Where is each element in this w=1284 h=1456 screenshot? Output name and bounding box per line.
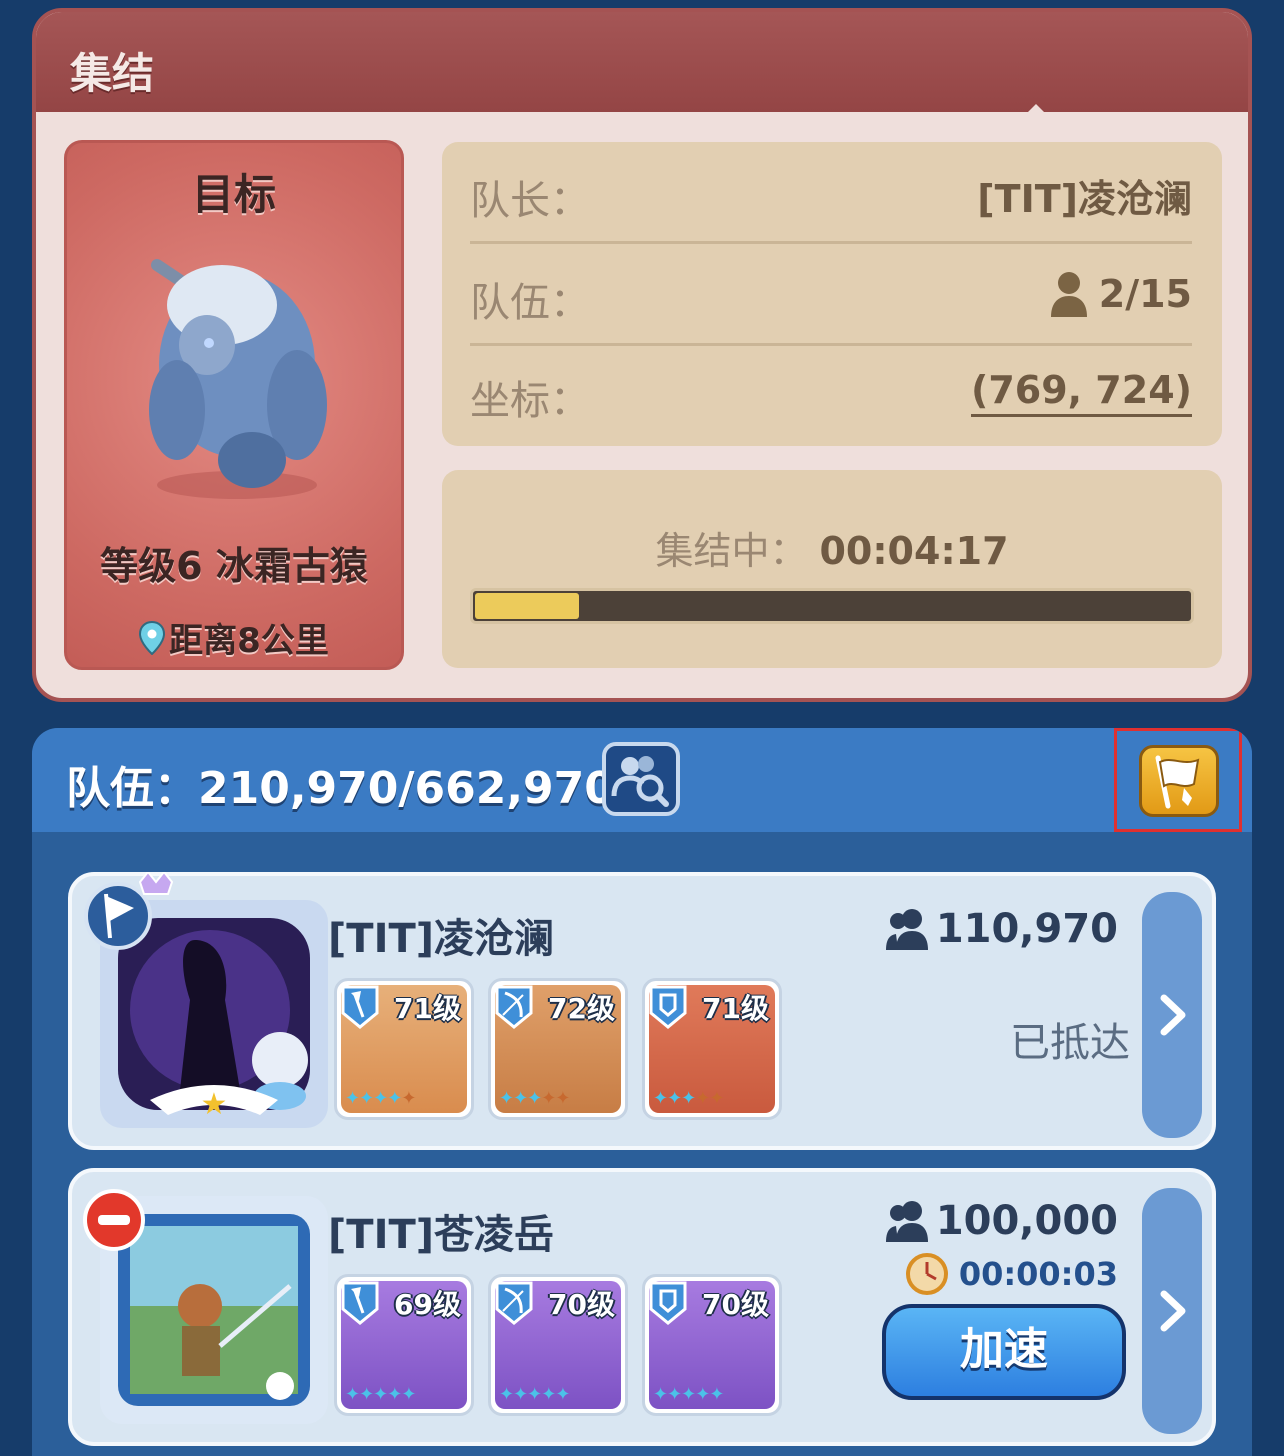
highlight-frame: [1114, 728, 1242, 832]
rally-countdown: 00:04:17: [819, 529, 1009, 573]
team-label: 队伍：: [470, 280, 590, 326]
hero-slot[interactable]: 70级 ✦✦✦✦✦: [488, 1274, 628, 1416]
flag-button[interactable]: [1139, 745, 1219, 817]
leader-label: 队长：: [470, 178, 590, 224]
header-notch: [1026, 104, 1046, 114]
rally-title: 集结: [70, 49, 155, 98]
leader-name: [TIT]凌沧澜: [977, 177, 1192, 221]
leader-flag-icon: [84, 872, 174, 950]
location-pin-icon: [139, 620, 166, 655]
team-size-value: 2/15: [1098, 272, 1192, 316]
troops-icon: [885, 1201, 928, 1242]
member-card[interactable]: [TIT]苍凌岳 100,000 00:00:03 加速 69级 ✦✦✦✦✦ 7…: [68, 1168, 1216, 1446]
troop-count-value: 110,970: [935, 906, 1118, 952]
rally-header: 集结: [36, 12, 1248, 112]
hero-level: 70级: [548, 1288, 615, 1321]
hero-slot[interactable]: 72级 ✦✦✦✦✦: [488, 978, 628, 1120]
coord-label: 坐标：: [470, 378, 590, 424]
hero-level: 69级: [394, 1288, 461, 1321]
rally-progress-fill: [475, 593, 580, 619]
hero-slot[interactable]: 71级 ✦✦✦✦✦: [334, 978, 474, 1120]
search-people-icon: [611, 756, 669, 807]
member-card[interactable]: ★ [TIT]凌沧澜 110,970 已抵达 71级 ✦✦✦✦✦ 72级 ✦✦✦…: [68, 872, 1216, 1150]
distance-row: 距离8公里: [67, 613, 401, 662]
troop-count: 110,970: [884, 906, 1118, 952]
hero-stars: ✦✦✦✦✦: [345, 1088, 416, 1109]
leader-row: 队长： [TIT]凌沧澜: [470, 142, 1192, 242]
hero-level: 70级: [702, 1288, 769, 1321]
shield-icon: [649, 1281, 687, 1325]
target-card[interactable]: 目标 等级6 冰霜古猿 距离8公里: [64, 140, 404, 670]
troops-icon: [885, 909, 928, 950]
search-members-button[interactable]: [602, 742, 680, 816]
hero-stars: ✦✦✦✦✦: [345, 1384, 416, 1405]
rally-status: 集结中： 00:04:17: [442, 520, 1222, 575]
team-row: 队伍： 2/15: [470, 244, 1192, 344]
speedup-button[interactable]: 加速: [882, 1304, 1126, 1400]
expand-arrow-button[interactable]: [1142, 1188, 1202, 1434]
team-header: 队伍：210,970/662,970: [32, 728, 1252, 832]
hero-stars: ✦✦✦✦✦: [653, 1088, 724, 1109]
expand-arrow-button[interactable]: [1142, 892, 1202, 1138]
bow-icon: [495, 985, 533, 1029]
person-icon: [1050, 272, 1087, 317]
member-name: [TIT]苍凌岳: [328, 1212, 555, 1258]
arrival-timer: 00:00:03: [905, 1252, 1118, 1296]
coord-row: 坐标： (769, 724): [470, 342, 1192, 442]
hero-slot[interactable]: 69级 ✦✦✦✦✦: [334, 1274, 474, 1416]
coord-link[interactable]: (769, 724): [970, 368, 1192, 417]
svg-text:★: ★: [201, 1087, 228, 1122]
team-total: 队伍：210,970/662,970: [66, 763, 615, 814]
hero-level: 72级: [548, 992, 615, 1025]
team-size: 2/15: [1049, 270, 1192, 318]
rally-progress-bar: [470, 588, 1194, 624]
hero-stars: ✦✦✦✦✦: [653, 1384, 724, 1405]
rally-info-box: 队长： [TIT]凌沧澜 队伍： 2/15 坐标： (769, 724): [442, 142, 1222, 446]
rally-panel: 集结 目标 等级6 冰霜古猿 距离8公里 队长： [TIT]凌沧澜 队伍： 2/…: [32, 8, 1252, 702]
hero-slot[interactable]: 70级 ✦✦✦✦✦: [642, 1274, 782, 1416]
remove-member-icon[interactable]: [82, 1188, 146, 1252]
hero-level: 71级: [702, 992, 769, 1025]
axe-icon: [341, 985, 379, 1029]
bow-icon: [495, 1281, 533, 1325]
member-name: [TIT]凌沧澜: [328, 916, 555, 962]
troop-count: 100,000: [884, 1198, 1118, 1244]
rally-timer-box: 集结中： 00:04:17: [442, 470, 1222, 668]
team-panel: 队伍：210,970/662,970 ★ [TIT]凌沧澜 110,970 已抵…: [32, 728, 1252, 1456]
hero-slot[interactable]: 71级 ✦✦✦✦✦: [642, 978, 782, 1120]
monster-name: 等级6 冰霜古猿: [100, 544, 368, 588]
clock-icon: [905, 1253, 948, 1295]
rally-status-label: 集结中：: [655, 529, 808, 573]
hero-stars: ✦✦✦✦✦: [499, 1088, 570, 1109]
target-label: 目标: [191, 170, 276, 219]
axe-icon: [341, 1281, 379, 1325]
hero-stars: ✦✦✦✦✦: [499, 1384, 570, 1405]
shield-icon: [649, 985, 687, 1029]
troop-count-value: 100,000: [935, 1198, 1118, 1244]
arrival-timer-value: 00:00:03: [958, 1255, 1118, 1293]
hero-level: 71级: [394, 992, 461, 1025]
white-flag-icon: [1155, 755, 1200, 809]
frost-ape-image: [149, 259, 327, 499]
distance-text: 距离8公里: [169, 621, 329, 661]
chevron-right-icon: [1160, 994, 1186, 1036]
chevron-right-icon: [1160, 1290, 1186, 1332]
arrived-status: 已抵达: [1010, 1020, 1130, 1066]
